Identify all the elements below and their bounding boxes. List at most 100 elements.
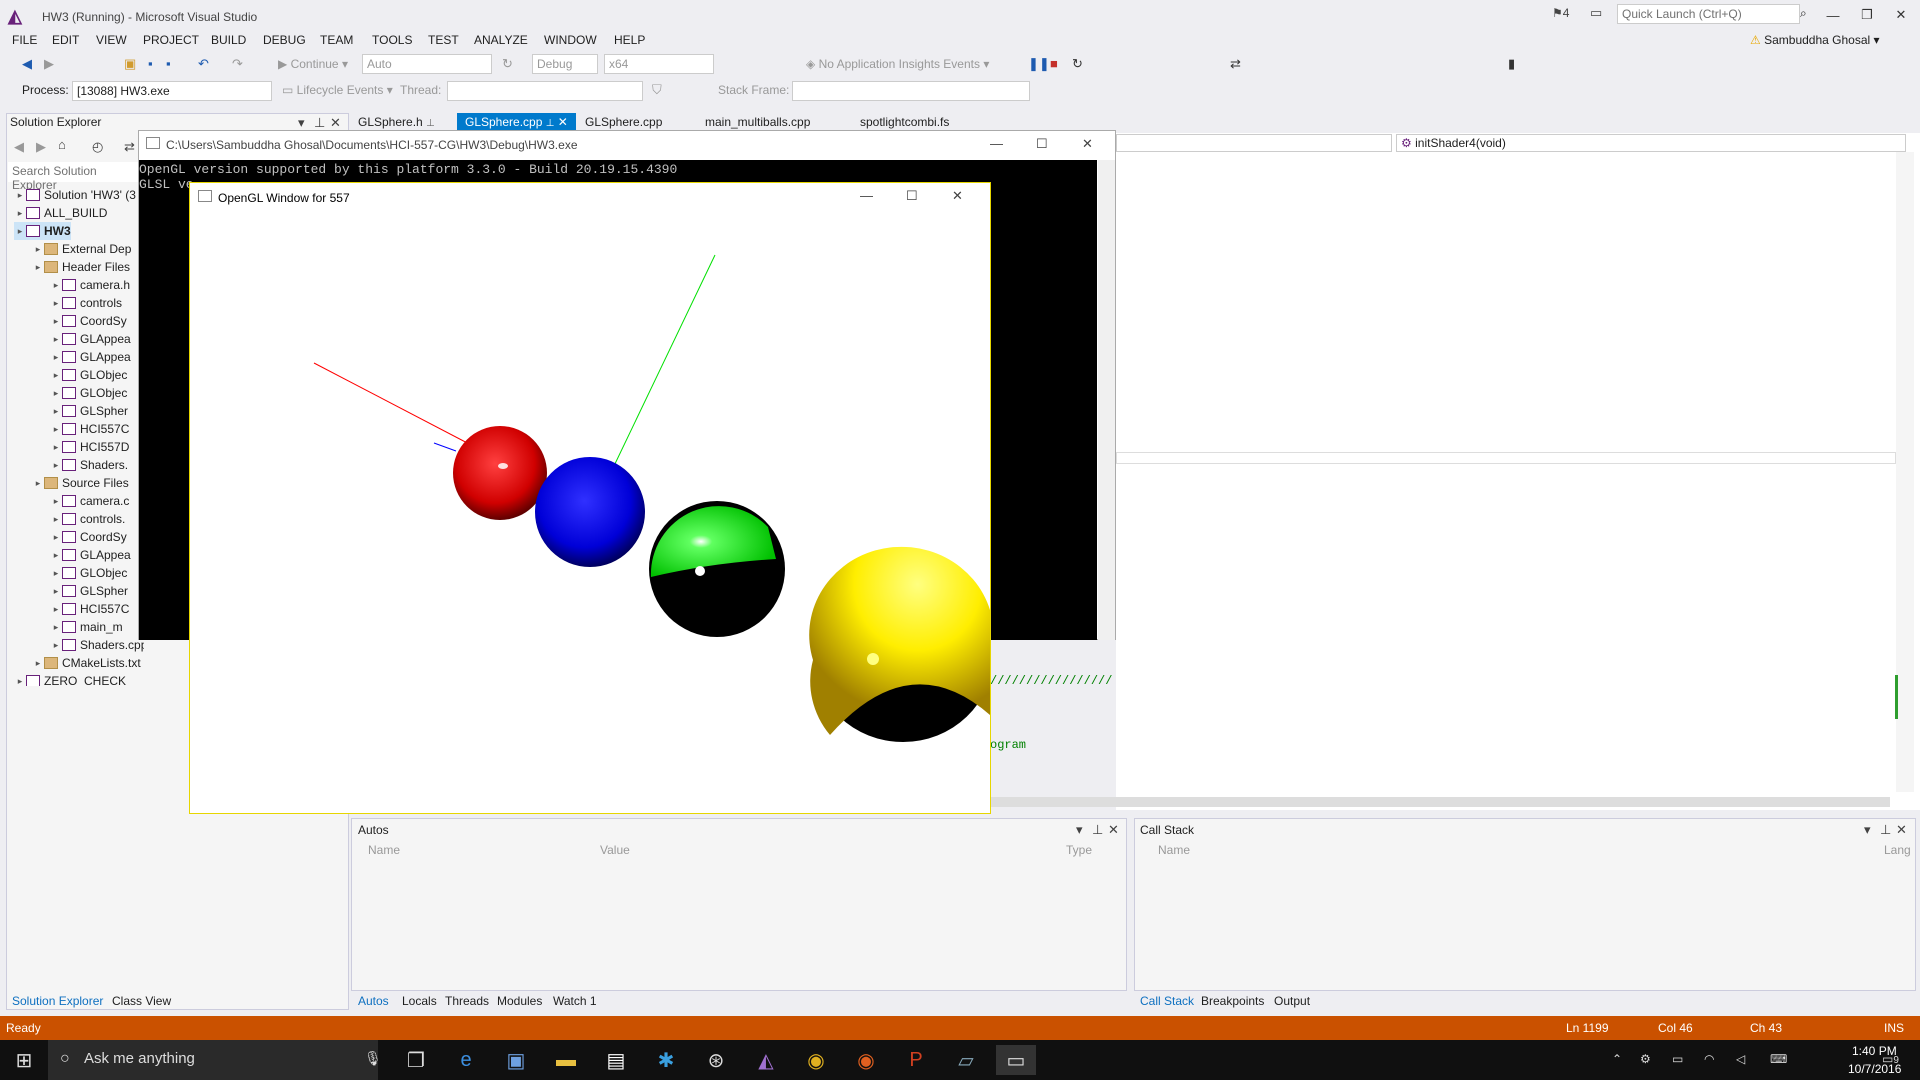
tree-item[interactable]: ▸ main_m (50, 618, 123, 636)
expand-arrow-icon[interactable]: ▸ (50, 298, 62, 309)
expand-arrow-icon[interactable]: ▸ (50, 640, 62, 651)
keyboard-icon[interactable]: ⌨ (1770, 1052, 1787, 1066)
tree-item[interactable]: ▸ HCI557D (50, 438, 130, 456)
tree-item[interactable]: ▸ Header Files (32, 258, 130, 276)
expand-arrow-icon[interactable]: ▸ (50, 316, 62, 327)
continue-button[interactable]: ▶ Continue ▾ (278, 57, 348, 71)
platform-select[interactable]: x64 (604, 54, 714, 74)
tree-item[interactable]: ▸ CMakeLists.txt (32, 654, 141, 672)
powerpoint-icon[interactable]: P (896, 1045, 936, 1075)
bookmark-icon[interactable]: ▮ (1508, 56, 1515, 72)
volume-icon[interactable]: ◁ (1736, 1052, 1745, 1066)
column-value[interactable]: Value (600, 843, 630, 857)
menu-edit[interactable]: EDIT (52, 33, 79, 47)
history-icon[interactable]: ◴ (92, 139, 103, 155)
back-icon[interactable]: ◀ (22, 56, 32, 72)
action-center-icon[interactable]: ▭9 (1882, 1052, 1899, 1066)
insights-button[interactable]: ◈ No Application Insights Events ▾ (806, 57, 989, 71)
refresh-icon[interactable]: ↻ (502, 56, 513, 72)
tree-item[interactable]: ▸ ALL_BUILD (14, 204, 108, 222)
column-name[interactable]: Name (368, 843, 400, 857)
task-view-icon[interactable]: ❐ (396, 1045, 436, 1075)
tree-item[interactable]: ▸ GLAppea (50, 348, 131, 366)
nav-function-select[interactable]: ⚙ initShader4(void) (1396, 134, 1906, 152)
column-lang[interactable]: Lang (1884, 843, 1911, 857)
expand-arrow-icon[interactable]: ▸ (32, 478, 44, 489)
forward-icon[interactable]: ▶ (36, 139, 46, 155)
step-icon[interactable]: ⇄ (1230, 56, 1241, 72)
expand-arrow-icon[interactable]: ▸ (50, 424, 62, 435)
solution-search-input[interactable]: Search Solution Explorer (8, 162, 141, 192)
expand-arrow-icon[interactable]: ▸ (50, 370, 62, 381)
file-explorer-icon[interactable]: ▬ (546, 1045, 586, 1075)
expand-arrow-icon[interactable]: ▸ (50, 442, 62, 453)
tree-item[interactable]: ▸ Shaders. (50, 456, 128, 474)
tree-item[interactable]: ▸ HCI557C (50, 420, 130, 438)
restore-button[interactable]: ❐ (1852, 4, 1882, 26)
menu-window[interactable]: WINDOW (544, 33, 597, 47)
tree-item[interactable]: ▸ GLAppea (50, 330, 131, 348)
tab-class-view[interactable]: Class View (112, 994, 171, 1008)
start-button-icon[interactable]: ⊞ (4, 1045, 44, 1075)
gl-close-button[interactable]: ✕ (952, 188, 963, 204)
menu-team[interactable]: TEAM (320, 33, 353, 47)
tab-breakpoints[interactable]: Breakpoints (1201, 994, 1264, 1008)
lifecycle-events-button[interactable]: ▭ Lifecycle Events ▾ (282, 83, 393, 97)
stack-frame-select[interactable] (792, 81, 1030, 101)
snowflake-app-icon[interactable]: ✱ (646, 1045, 686, 1075)
pin-icon[interactable]: ⊥ (1092, 822, 1103, 838)
tab-locals[interactable]: Locals (402, 994, 437, 1008)
code-editor[interactable] (1116, 133, 1920, 810)
steam-icon[interactable]: ⊛ (696, 1045, 736, 1075)
expand-arrow-icon[interactable]: ▸ (50, 460, 62, 471)
expand-arrow-icon[interactable]: ▸ (50, 568, 62, 579)
tree-item[interactable]: ▸ camera.c (50, 492, 130, 510)
opengl-canvas[interactable] (190, 215, 990, 812)
tree-item[interactable]: ▸ GLAppea (50, 546, 131, 564)
user-account[interactable]: ⚠ Sambuddha Ghosal ▾ (1750, 33, 1880, 47)
tree-item[interactable]: ▸ CoordSy (50, 312, 127, 330)
expand-arrow-icon[interactable]: ▸ (50, 334, 62, 345)
filter-icon[interactable]: ⛉ (652, 82, 662, 98)
tree-item[interactable]: ▸ CoordSy (50, 528, 127, 546)
pin-icon[interactable]: ⊥ (314, 115, 325, 131)
back-icon[interactable]: ◀ (14, 139, 24, 155)
menu-view[interactable]: VIEW (96, 33, 127, 47)
expand-arrow-icon[interactable]: ▸ (50, 496, 62, 507)
tree-item[interactable]: ▸ GLObjec (50, 384, 128, 402)
expand-arrow-icon[interactable]: ▸ (50, 514, 62, 525)
dropdown-icon[interactable]: ▾ (298, 115, 305, 131)
expand-arrow-icon[interactable]: ▸ (50, 604, 62, 615)
network-app-icon[interactable]: ▣ (496, 1045, 536, 1075)
tab-call-stack[interactable]: Call Stack (1140, 994, 1194, 1008)
expand-arrow-icon[interactable]: ▸ (14, 226, 26, 237)
tree-item[interactable]: ▸ Shaders.cpp (50, 636, 144, 654)
chrome-icon[interactable]: ◉ (796, 1045, 836, 1075)
process-select[interactable]: [13088] HW3.exe (72, 81, 272, 101)
tab-watch-1[interactable]: Watch 1 (553, 994, 597, 1008)
gl-maximize-button[interactable]: ☐ (906, 188, 918, 204)
menu-help[interactable]: HELP (614, 33, 645, 47)
tab-output[interactable]: Output (1274, 994, 1310, 1008)
expand-arrow-icon[interactable]: ▸ (50, 388, 62, 399)
menu-file[interactable]: FILE (12, 33, 37, 47)
column-name[interactable]: Name (1158, 843, 1190, 857)
close-tab-icon[interactable]: ✕ (558, 115, 568, 129)
tree-item[interactable]: ▸ HCI557C (50, 600, 130, 618)
tree-item[interactable]: ▸ Source Files (32, 474, 129, 492)
expand-arrow-icon[interactable]: ▸ (14, 676, 26, 687)
firefox-icon[interactable]: ◉ (846, 1045, 886, 1075)
edge-icon[interactable]: e (446, 1045, 486, 1075)
menu-test[interactable]: TEST (428, 33, 459, 47)
microphone-icon[interactable]: 🎙 (364, 1050, 382, 1067)
editor-split-bar[interactable] (1116, 452, 1896, 464)
tree-item[interactable]: ▸ HW3 (14, 222, 71, 240)
console-minimize-button[interactable]: — (990, 136, 1003, 151)
tab-autos[interactable]: Autos (358, 994, 389, 1008)
battery-icon[interactable]: ▭ (1672, 1052, 1683, 1066)
store-icon[interactable]: ▤ (596, 1045, 636, 1075)
expand-arrow-icon[interactable]: ▸ (14, 208, 26, 219)
menu-analyze[interactable]: ANALYZE (474, 33, 528, 47)
wifi-icon[interactable]: ◠ (1704, 1052, 1714, 1066)
expand-arrow-icon[interactable]: ▸ (14, 190, 26, 201)
